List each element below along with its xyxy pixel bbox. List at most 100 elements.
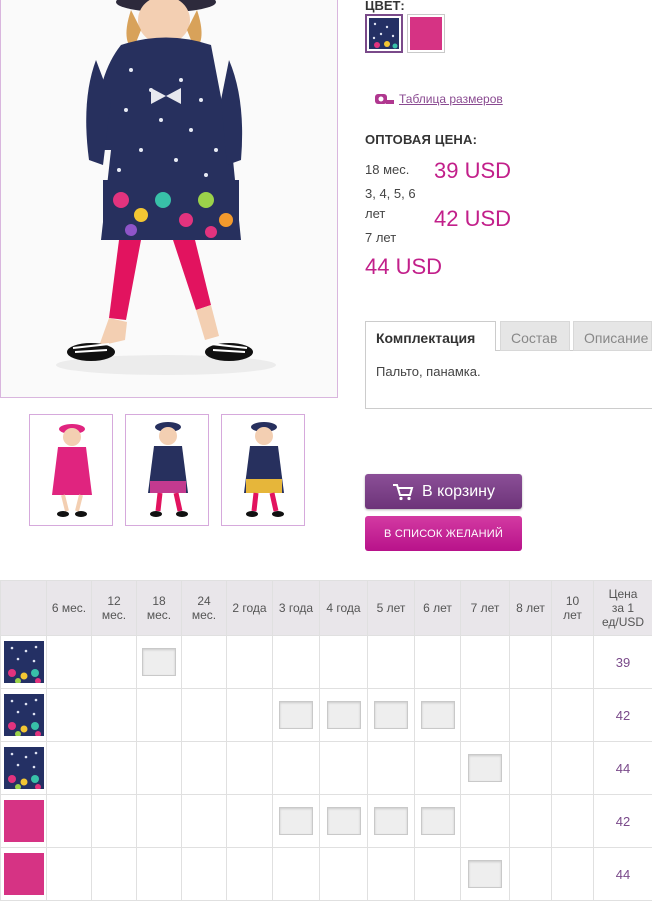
grid-cell xyxy=(47,689,92,742)
navy-print-thumb xyxy=(4,747,44,789)
quantity-input[interactable] xyxy=(327,701,361,729)
tab-komplektatsiya[interactable]: Комплектация xyxy=(365,321,496,351)
add-to-wishlist-button[interactable]: В СПИСОК ЖЕЛАНИЙ xyxy=(365,516,522,551)
grid-header-cell: 2 года xyxy=(227,581,273,636)
quantity-input[interactable] xyxy=(279,701,313,729)
row-price: 44 xyxy=(594,848,652,901)
thumbnail-navy-side[interactable] xyxy=(221,414,305,526)
grid-header-text: за 1 xyxy=(594,601,652,615)
grid-header-text: 4 года xyxy=(320,601,367,615)
quantity-input[interactable] xyxy=(327,807,361,835)
row-color-thumb xyxy=(1,689,47,742)
product-main-image[interactable] xyxy=(0,0,338,398)
grid-cell xyxy=(182,742,227,795)
tab-panel-content: Пальто, панамка. xyxy=(365,350,652,409)
grid-cell xyxy=(461,742,510,795)
grid-cell xyxy=(273,848,320,901)
table-row: 42 xyxy=(1,795,652,848)
grid-cell xyxy=(461,795,510,848)
grid-cell xyxy=(182,636,227,689)
grid-cell xyxy=(320,742,368,795)
row-price: 39 xyxy=(594,636,652,689)
quantity-input[interactable] xyxy=(421,807,455,835)
price-value-18m: 39 USD xyxy=(434,158,511,184)
tab-sostav[interactable]: Состав xyxy=(500,321,570,351)
row-color-thumb xyxy=(1,742,47,795)
color-swatch-pink[interactable] xyxy=(407,14,445,53)
grid-cell xyxy=(92,795,137,848)
grid-cell xyxy=(137,742,182,795)
grid-header-cell: 7 лет xyxy=(461,581,510,636)
table-row: 44 xyxy=(1,742,652,795)
grid-header-text: 7 лет xyxy=(461,601,509,615)
table-row: 44 xyxy=(1,848,652,901)
price-label-18m: 18 мес. xyxy=(365,160,409,180)
price-value-7y: 44 USD xyxy=(365,254,442,280)
grid-cell xyxy=(368,795,415,848)
grid-cell xyxy=(510,636,552,689)
grid-cell xyxy=(137,689,182,742)
grid-header-text: 18 xyxy=(137,594,181,608)
grid-cell xyxy=(47,795,92,848)
grid-cell xyxy=(415,689,461,742)
grid-header-blank xyxy=(1,581,47,636)
grid-cell xyxy=(137,795,182,848)
grid-cell xyxy=(227,636,273,689)
grid-cell xyxy=(510,689,552,742)
measuring-tape-icon xyxy=(374,92,394,106)
color-swatch-navy-print[interactable] xyxy=(365,14,403,53)
add-to-cart-button[interactable]: В корзину xyxy=(365,474,522,509)
grid-header-cell: 24мес. xyxy=(182,581,227,636)
grid-cell xyxy=(320,636,368,689)
grid-cell xyxy=(47,742,92,795)
grid-cell xyxy=(182,795,227,848)
table-row: 42 xyxy=(1,689,652,742)
grid-cell xyxy=(182,848,227,901)
quantity-input[interactable] xyxy=(142,648,176,676)
grid-header-row: 6 мес.12мес.18мес. 24мес.2 года3 года4 го… xyxy=(1,581,652,636)
grid-cell xyxy=(320,795,368,848)
tab-active-underline xyxy=(366,349,495,351)
grid-header-text: 6 мес. xyxy=(47,601,91,615)
row-price: 42 xyxy=(594,689,652,742)
quantity-input[interactable] xyxy=(279,807,313,835)
grid-cell xyxy=(510,742,552,795)
grid-header-text: мес. xyxy=(92,608,136,622)
row-color-thumb xyxy=(1,795,47,848)
quantity-input[interactable] xyxy=(374,807,408,835)
quantity-input[interactable] xyxy=(374,701,408,729)
grid-cell xyxy=(92,742,137,795)
grid-cell xyxy=(137,636,182,689)
row-color-thumb xyxy=(1,848,47,901)
grid-header-cell: 8 лет xyxy=(510,581,552,636)
grid-cell xyxy=(182,689,227,742)
grid-header-text: 6 лет xyxy=(415,601,460,615)
grid-header-cell: 5 лет xyxy=(368,581,415,636)
pink-thumb xyxy=(4,853,44,895)
grid-cell xyxy=(47,636,92,689)
row-price: 44 xyxy=(594,742,652,795)
grid-cell xyxy=(510,795,552,848)
grid-cell xyxy=(227,795,273,848)
grid-cell xyxy=(273,742,320,795)
price-label-3-6y-line2: лет xyxy=(365,204,385,224)
thumbnail-pink[interactable] xyxy=(29,414,113,526)
grid-cell xyxy=(368,689,415,742)
grid-cell xyxy=(510,848,552,901)
grid-header-cell: Ценаза 1ед/USD xyxy=(594,581,652,636)
grid-cell xyxy=(461,689,510,742)
grid-header-cell: 12мес. xyxy=(92,581,137,636)
quantity-input[interactable] xyxy=(468,754,502,782)
thumbnail-navy-front[interactable] xyxy=(125,414,209,526)
grid-cell xyxy=(552,848,594,901)
color-label: ЦВЕТ: xyxy=(365,0,405,13)
grid-header-cell: 3 года xyxy=(273,581,320,636)
quantity-input[interactable] xyxy=(468,860,502,888)
quantity-input[interactable] xyxy=(421,701,455,729)
size-table-link[interactable]: Таблица размеров xyxy=(374,92,503,106)
tab-opisanie[interactable]: Описание xyxy=(573,321,652,351)
grid-header-text: 5 лет xyxy=(368,601,414,615)
grid-cell xyxy=(227,689,273,742)
grid-header-text: 24 xyxy=(182,594,226,608)
navy-print-thumb xyxy=(4,641,44,683)
